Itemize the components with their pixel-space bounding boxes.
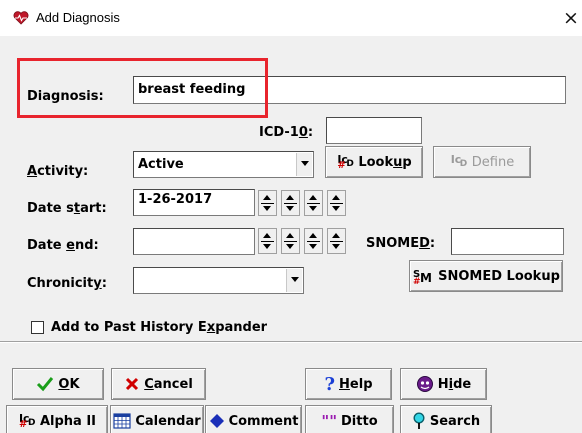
snomed-label: SNOMED: [366,236,435,251]
ditto-icon: "" [321,412,338,430]
calendar-button[interactable]: Calendar [110,405,204,433]
activity-select[interactable]: Active [133,151,314,178]
chevron-down-icon[interactable] [296,153,312,176]
date-start-spin-4[interactable] [327,190,346,216]
question-icon: ? [324,373,336,395]
past-history-label-text: Add to Past History E [51,320,207,335]
ok-button[interactable]: OK [12,368,104,400]
comment-button[interactable]: Comment [205,405,302,433]
comment-icon [209,414,224,428]
ditto-label: Ditto [341,413,378,429]
define-button[interactable]: IcD Define [433,146,531,178]
past-history-label-text-2: pander [215,320,268,335]
chevron-down-icon[interactable] [286,269,302,292]
cancel-button[interactable]: Cancel [111,368,206,400]
close-button[interactable]: × [563,6,582,30]
date-end-label: Date end: [27,238,99,253]
icd10-label: ICD-10: [259,125,313,140]
date-start-spin-2[interactable] [281,190,300,216]
activity-label-text: ctivity: [37,164,89,179]
icd10-label-colon: : [307,125,314,140]
snomed-lookup-label: SNOMED Lookup [438,268,560,284]
icd-icon: Ic # D [18,412,36,430]
alpha-label: Alpha II [39,413,97,429]
activity-value: Active [138,157,184,172]
date-end-label-text-2: nd: [74,238,99,253]
past-history-label-accel: x [206,320,216,335]
date-end-label-accel: e [66,238,75,253]
define-label: Define [471,154,515,170]
chronicity-select[interactable] [133,267,304,294]
help-button[interactable]: ? Help [305,368,392,400]
svg-text:M: M [420,271,432,284]
checkmark-icon [37,377,54,392]
alpha-button[interactable]: Ic # D Alpha II [6,405,108,433]
search-button[interactable]: Search [400,405,492,433]
ok-label: OK [58,376,80,392]
chronicity-label-accel: y [93,276,102,291]
hide-button[interactable]: Hide [400,368,487,400]
snomed-label-accel: D [419,236,430,251]
snomed-label-colon: : [429,236,436,251]
icd10-input[interactable] [326,117,422,144]
date-start-spin-3[interactable] [304,190,323,216]
title-bar: Add Diagnosis × [0,0,582,36]
snomed-input[interactable] [451,228,564,255]
date-end-spin-4[interactable] [327,228,346,254]
divider [0,341,582,343]
chronicity-label-text: Chronicit [27,276,94,291]
calendar-label: Calendar [135,413,201,429]
search-icon [413,412,425,429]
date-end-input[interactable] [133,228,255,255]
icd-icon: Ic # D [337,153,354,171]
ditto-button[interactable]: "" Ditto [305,405,394,433]
date-end-spin-2[interactable] [281,228,300,254]
cancel-label: Cancel [144,376,193,392]
date-start-input[interactable]: 1-26-2017 [133,189,255,216]
date-start-spin-1[interactable] [258,190,277,216]
date-start-label-text-2: art: [80,201,107,216]
past-history-label: Add to Past History Expander [51,320,267,335]
lookup-button[interactable]: Ic # D Lookup [325,146,423,178]
comment-label: Comment [228,413,299,429]
date-end-label-text: Date [27,238,67,253]
x-icon [126,377,139,391]
date-end-spin-1[interactable] [258,228,277,254]
search-label: Search [429,413,481,429]
date-end-spin-3[interactable] [304,228,323,254]
icd-icon: IcD [450,153,468,169]
calendar-icon [113,413,131,429]
help-label: Help [339,376,373,392]
hide-label: Hide [437,376,472,392]
highlight-box [17,58,268,118]
snomed-label-text: SNOME [366,236,420,251]
window-title: Add Diagnosis [36,10,120,25]
date-start-label: Date start: [27,201,107,216]
hide-icon [416,376,433,392]
chronicity-label-colon: : [101,276,107,291]
icd10-label-accel: 0 [298,125,308,140]
chronicity-label: Chronicity: [27,276,107,291]
lookup-label: Lookup [358,154,412,170]
snomed-icon: S # M [413,269,432,284]
snomed-lookup-button[interactable]: S # M SNOMED Lookup [409,260,563,292]
activity-label-accel: A [27,164,38,179]
heart-icon [13,11,29,25]
icd10-label-text: ICD-1 [259,125,299,140]
past-history-checkbox[interactable] [31,321,44,334]
date-start-label-text: Date s [27,201,74,216]
activity-label: Activity: [27,164,88,179]
